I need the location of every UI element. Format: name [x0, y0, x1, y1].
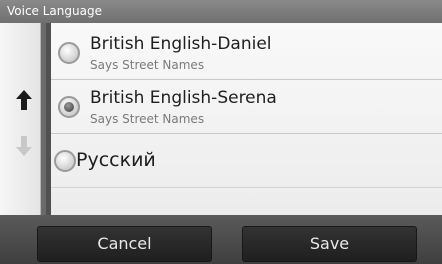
list-item[interactable]: British English-Daniel Says Street Names — [51, 26, 442, 80]
list-item[interactable]: Русский — [51, 134, 442, 188]
option-sublabel: Says Street Names — [90, 112, 205, 126]
save-button[interactable]: Save — [242, 226, 417, 262]
option-sublabel: Says Street Names — [90, 58, 205, 72]
page-title: Voice Language — [7, 4, 102, 18]
scroll-gutter — [0, 23, 46, 215]
option-label: British English-Serena — [90, 88, 277, 108]
gutter-divider — [40, 23, 41, 215]
option-label: Русский — [76, 149, 156, 171]
radio-button-selected[interactable] — [58, 96, 80, 118]
radio-button[interactable] — [58, 42, 80, 64]
arrow-up-icon[interactable] — [15, 89, 33, 111]
arrow-down-icon[interactable] — [15, 135, 33, 157]
title-bar: Voice Language — [0, 0, 442, 23]
cancel-button[interactable]: Cancel — [37, 226, 212, 262]
list-item[interactable]: British English-Serena Says Street Names — [51, 80, 442, 134]
radio-button[interactable] — [54, 150, 76, 172]
voice-list: British English-Daniel Says Street Names… — [51, 23, 442, 215]
list-empty-row — [51, 188, 442, 215]
voice-language-screen: Voice Language British English-Daniel Sa… — [0, 0, 442, 264]
bottom-bar: Cancel Save — [0, 215, 442, 264]
option-label: British English-Daniel — [90, 34, 272, 54]
